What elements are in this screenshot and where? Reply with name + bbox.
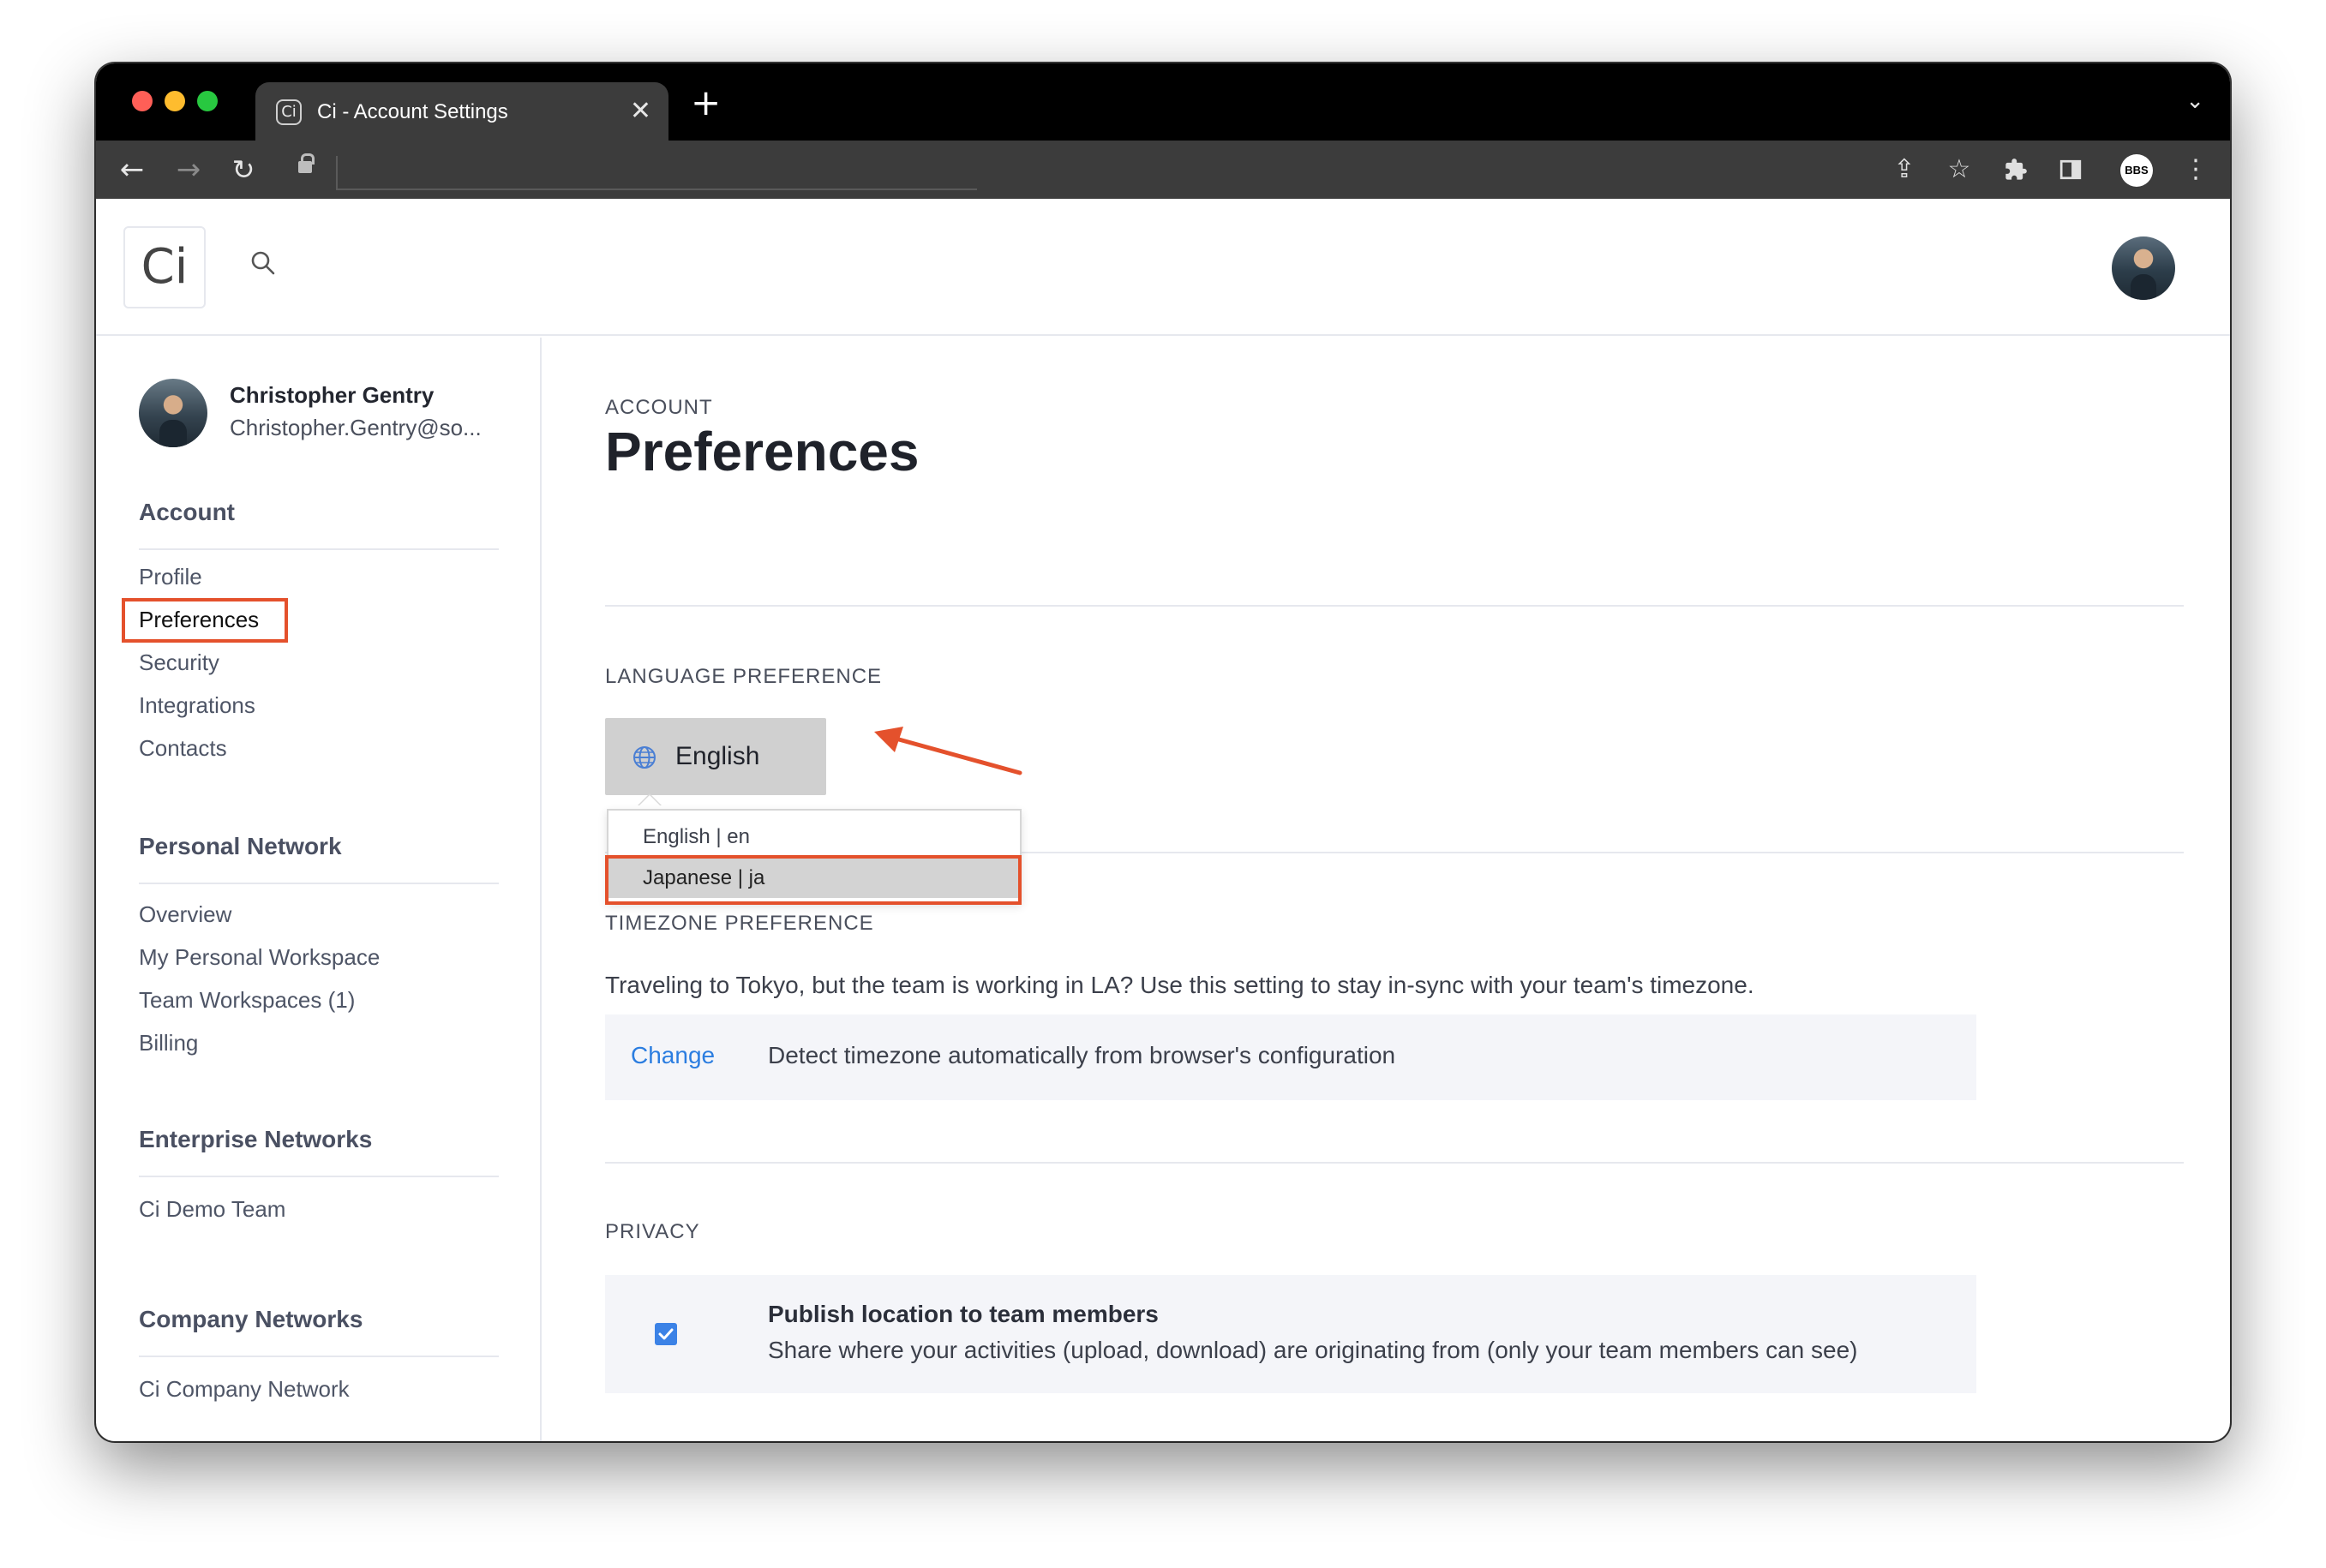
minimize-window-button[interactable] <box>165 91 185 111</box>
privacy-section-label: PRIVACY <box>605 1220 700 1243</box>
browser-window: Ci Ci - Account Settings ✕ + ⌄ ← → ↻ ⇪ ☆… <box>96 63 2230 1441</box>
sidebar-divider <box>139 1176 499 1177</box>
preferences-content: ACCOUNT Preferences LANGUAGE PREFERENCE … <box>543 338 2230 1441</box>
timezone-value: Detect timezone automatically from brows… <box>768 1042 1396 1068</box>
sidebar-divider <box>139 1356 499 1357</box>
japanese-option-highlight <box>605 855 1022 905</box>
browser-tab[interactable]: Ci Ci - Account Settings ✕ <box>255 82 668 141</box>
close-window-button[interactable] <box>132 91 153 111</box>
app-logo[interactable]: Ci <box>123 226 206 308</box>
forward-arrow-icon[interactable]: → <box>170 151 207 189</box>
user-email: Christopher.Gentry@so... <box>230 415 482 440</box>
sidebar-item-integrations[interactable]: Integrations <box>139 691 255 720</box>
sidebar-item-ci-company-network[interactable]: Ci Company Network <box>139 1374 350 1403</box>
publish-location-title: Publish location to team members <box>768 1301 1159 1327</box>
sidebar-divider <box>139 548 499 550</box>
sidebar-divider <box>139 883 499 884</box>
sidebar-section-account: Account <box>139 499 235 525</box>
language-option-en[interactable]: English | en <box>608 817 1020 857</box>
sidebar-item-my-personal-workspace[interactable]: My Personal Workspace <box>139 943 380 972</box>
sidebar-section-company-networks: Company Networks <box>139 1306 363 1332</box>
timezone-setting-box: Change Detect timezone automatically fro… <box>605 1014 1976 1100</box>
dropdown-caret <box>638 795 662 807</box>
timezone-change-link[interactable]: Change <box>631 1042 715 1069</box>
preferences-highlight <box>122 598 288 643</box>
sidebar-item-billing[interactable]: Billing <box>139 1028 198 1057</box>
page-eyebrow: ACCOUNT <box>605 396 713 419</box>
sidebar-item-ci-demo-team[interactable]: Ci Demo Team <box>139 1194 285 1224</box>
sidebar-section-enterprise-networks: Enterprise Networks <box>139 1126 373 1152</box>
tab-search-icon[interactable]: ⌄ <box>2185 86 2204 117</box>
sidebar-item-team-workspaces[interactable]: Team Workspaces (1) <box>139 985 355 1014</box>
section-divider <box>605 1162 2184 1164</box>
reload-icon[interactable]: ↻ <box>225 151 262 189</box>
browser-profile-avatar[interactable]: BBS <box>2120 154 2153 187</box>
header-avatar[interactable] <box>2112 236 2175 300</box>
annotation-arrow <box>874 727 1022 775</box>
share-icon[interactable]: ⇪ <box>1885 151 1923 189</box>
back-arrow-icon[interactable]: ← <box>113 151 151 189</box>
maximize-window-button[interactable] <box>197 91 218 111</box>
sidebar-item-overview[interactable]: Overview <box>139 900 231 929</box>
language-select-button[interactable]: English <box>605 718 826 795</box>
globe-icon <box>633 746 656 769</box>
tab-close-icon[interactable]: ✕ <box>630 96 651 127</box>
tab-title: Ci - Account Settings <box>317 100 508 123</box>
sidebar-icon[interactable] <box>2052 151 2089 189</box>
star-icon[interactable]: ☆ <box>1940 151 1978 189</box>
language-current-label: English <box>675 742 760 770</box>
timezone-description: Traveling to Tokyo, but the team is work… <box>605 972 1754 998</box>
app-header: Ci <box>96 199 2230 336</box>
settings-sidebar: Christopher Gentry Christopher.Gentry@so… <box>96 338 542 1441</box>
more-icon[interactable]: ⋮ <box>2177 151 2215 189</box>
address-bar[interactable] <box>336 156 977 190</box>
language-section-label: LANGUAGE PREFERENCE <box>605 665 883 688</box>
browser-toolbar: ← → ↻ ⇪ ☆ BBS ⋮ <box>96 141 2230 199</box>
publish-location-checkbox[interactable] <box>655 1323 677 1345</box>
user-name: Christopher Gentry <box>230 382 435 408</box>
timezone-section-label: TIMEZONE PREFERENCE <box>605 912 874 935</box>
search-icon[interactable] <box>250 250 276 276</box>
page-title: Preferences <box>605 421 920 482</box>
section-divider <box>605 605 2184 607</box>
favicon-icon: Ci <box>276 99 302 125</box>
browser-tab-bar: Ci Ci - Account Settings ✕ + ⌄ <box>96 63 2230 141</box>
sidebar-item-contacts[interactable]: Contacts <box>139 733 227 763</box>
new-tab-icon[interactable]: + <box>691 82 721 123</box>
sidebar-item-security[interactable]: Security <box>139 648 219 677</box>
lock-icon[interactable] <box>298 153 315 173</box>
sidebar-item-profile[interactable]: Profile <box>139 562 202 591</box>
sidebar-section-personal-network: Personal Network <box>139 833 342 859</box>
privacy-setting-box: Publish location to team members Share w… <box>605 1275 1976 1393</box>
user-avatar <box>139 379 207 447</box>
publish-location-description: Share where your activities (upload, dow… <box>768 1337 1858 1363</box>
extensions-icon[interactable] <box>1997 151 2035 189</box>
